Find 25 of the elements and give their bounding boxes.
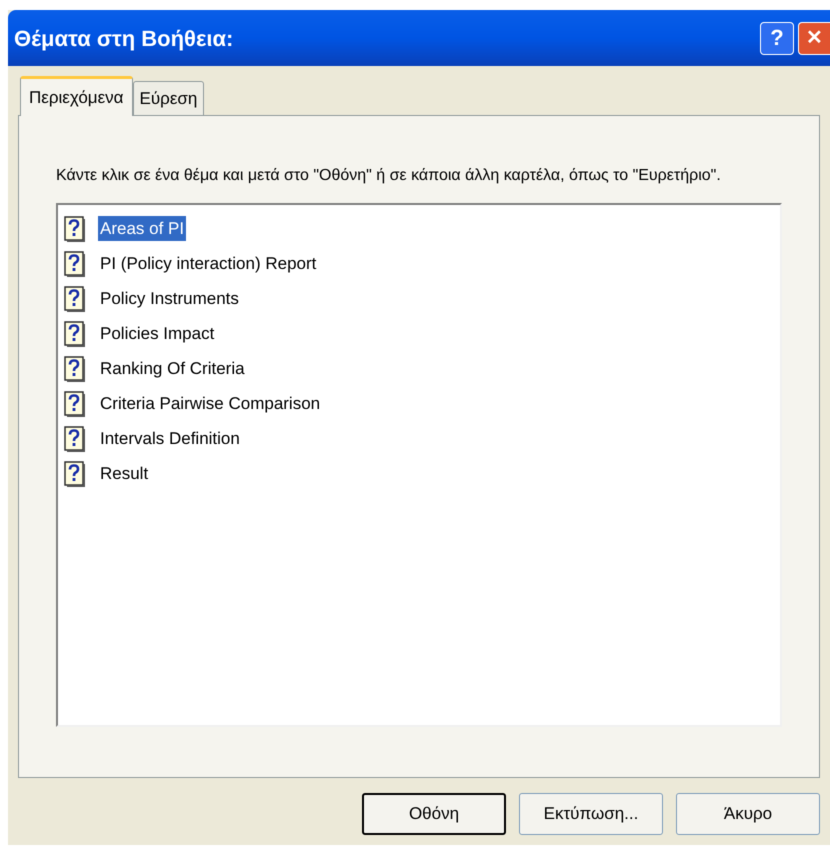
help-button[interactable]: ? — [760, 22, 794, 54]
dialog-button[interactable]: Οθόνη — [362, 793, 506, 835]
help-topic-icon — [64, 250, 86, 276]
help-topic-icon — [64, 286, 86, 312]
window-title: Θέματα στη Βοήθεια: — [14, 24, 234, 52]
topic-item[interactable]: PI (Policy interaction) Report — [98, 250, 318, 276]
topic-item[interactable]: Ranking Of Criteria — [98, 356, 247, 382]
topic-item[interactable]: Areas of PI — [98, 216, 186, 242]
dialog-button[interactable]: Άκυρο — [676, 793, 820, 835]
tab[interactable]: Περιεχόμενα — [20, 76, 133, 116]
topic-item[interactable]: Criteria Pairwise Comparison — [98, 390, 322, 416]
topic-item[interactable]: Policy Instruments — [98, 286, 241, 312]
help-topic-icon — [64, 460, 86, 486]
dialog-button[interactable]: Εκτύπωση... — [519, 793, 663, 835]
tab[interactable]: Εύρεση — [132, 81, 204, 116]
help-topic-icon — [64, 320, 86, 346]
topic-item[interactable]: Policies Impact — [98, 320, 216, 346]
help-topic-icon — [64, 426, 86, 452]
help-topic-icon — [64, 216, 86, 242]
help-topic-icon — [64, 390, 86, 416]
topic-item[interactable]: Intervals Definition — [98, 426, 242, 452]
close-button[interactable]: ✕ — [798, 22, 830, 54]
topic-item[interactable]: Result — [98, 460, 150, 486]
instruction-text: Κάντε κλικ σε ένα θέμα και μετά στο "Οθόνη" ή σε κάποια άλλη καρτέλα, όπως το "Ευρετήριο". — [56, 166, 722, 186]
help-topic-icon — [64, 356, 86, 382]
